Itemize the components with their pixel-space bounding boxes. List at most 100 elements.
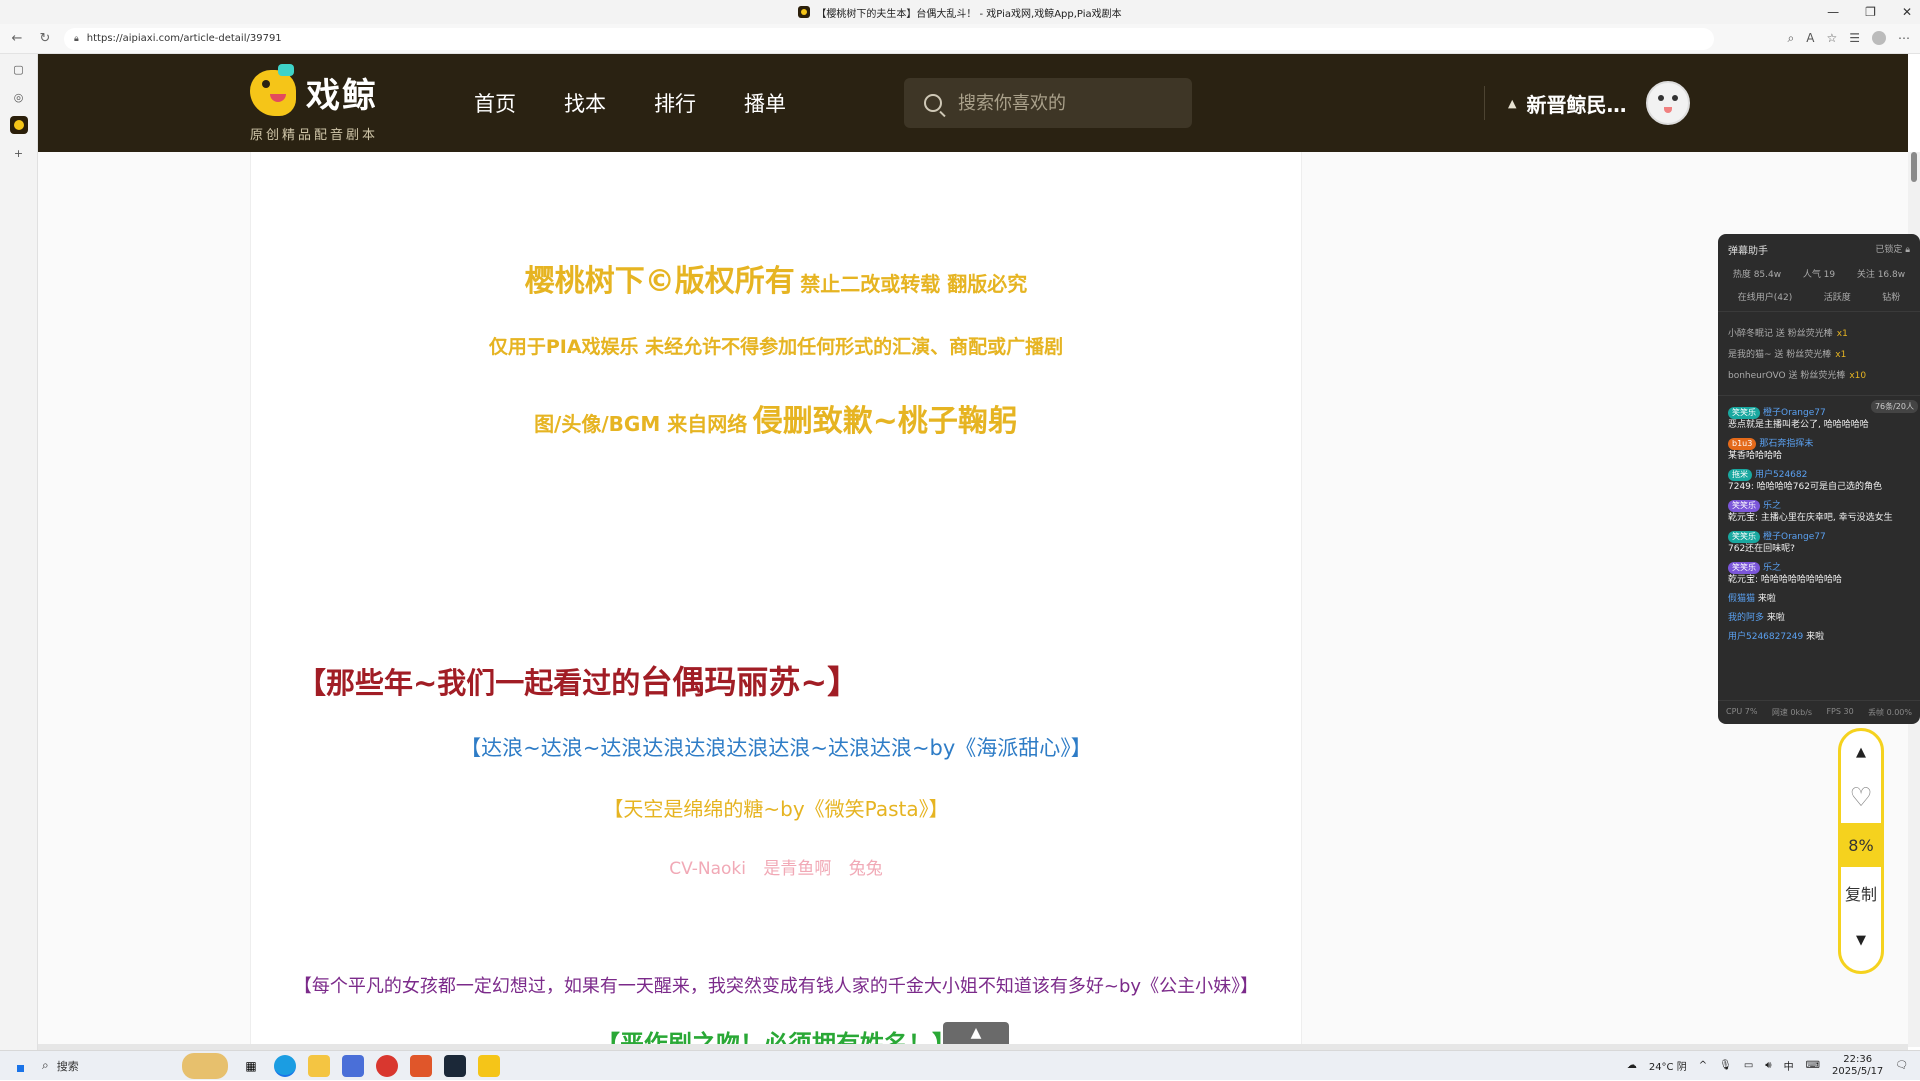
danmaku-stats: 热度 85.4w 人气 19 关注 16.8w <box>1732 270 1906 280</box>
tab-diamond-fans[interactable]: 钻粉 <box>1882 290 1900 303</box>
tab-actions-icon[interactable]: ▢ <box>10 60 28 78</box>
list-item: 拖米 用户524682 7249: 哈哈哈哈762可是自己选的角色 <box>1728 469 1882 492</box>
cv-name: 是青鱼啊 <box>763 859 832 879</box>
read-aloud-icon[interactable]: A <box>1806 31 1814 46</box>
search-icon[interactable] <box>924 94 942 112</box>
file-explorer-icon[interactable] <box>308 1054 330 1077</box>
user-name[interactable]: 新晋鲸民… <box>1526 89 1626 118</box>
store-icon[interactable] <box>342 1054 364 1077</box>
nav-home[interactable]: 首页 <box>474 88 516 118</box>
site-search[interactable] <box>904 78 1192 128</box>
tab-chatgpt[interactable]: ◎ <box>10 88 28 106</box>
minimize-icon[interactable]: — <box>1827 5 1839 19</box>
user-avatar[interactable] <box>1646 81 1691 125</box>
zoom-icon[interactable]: ⌕ <box>1788 31 1795 46</box>
refresh-icon[interactable]: ↻ <box>34 28 56 50</box>
cv-name: CV-Naoki <box>669 859 746 879</box>
purple-lyric-line: 【每个平凡的女孩都一定幻想过，如果有一天醒来，我突然变成有钱人家的千金大小姐不知… <box>293 976 1259 997</box>
copy-button[interactable]: 复制 <box>1845 867 1877 919</box>
list-item: 假猫猫 来啦 <box>1728 594 1776 604</box>
search-input[interactable] <box>956 91 1156 115</box>
gift-list: 小醉冬眠记 送 粉丝荧光棒 x1 是我的猫~ 送 粉丝荧光棒 x1 bonheurO… <box>1718 312 1920 395</box>
window-title: 【樱桃树下的夫生本】台偶大乱斗！ - 戏Pia戏网,戏鲸App,Pia戏剧本 <box>816 8 1122 20</box>
gift-item: bonheurOVO 送 粉丝荧光棒 x10 <box>1728 371 1867 381</box>
floating-toolbar: ▲ ♡ 8% 复制 ▼ <box>1838 728 1884 974</box>
danmaku-subtabs: 在线用户(42) 活跃度 钻粉 <box>1718 286 1920 312</box>
danmaku-title: 弹幕助手 <box>1728 246 1768 257</box>
address-bar-tools: ⌕ A ☆ ☰ ⋯ <box>1788 31 1910 46</box>
usage-notice-line: 仅用于PIA戏娱乐 未经允许不得参加任何形式的汇演、商配或广播剧 <box>488 336 1064 358</box>
weather-text[interactable]: 24°C 阴 <box>1649 1058 1687 1073</box>
scroll-up-button[interactable]: ▲ <box>1856 731 1866 773</box>
url-field[interactable]: 🔒︎ https://aipiaxi.com/article-detail/39… <box>64 27 1714 50</box>
tab-online-users[interactable]: 在线用户(42) <box>1738 290 1792 303</box>
favorites-list-icon[interactable]: ☰ <box>1849 31 1860 46</box>
ime-indicator[interactable]: 中 <box>1784 1058 1794 1073</box>
volume-icon[interactable]: 🔊︎ <box>1765 1060 1771 1071</box>
tab-aipiaxi[interactable] <box>9 116 28 134</box>
network-icon[interactable]: ▭ <box>1744 1060 1753 1071</box>
danmaku-helper-panel[interactable]: 弹幕助手 已锁定 🔒︎ 热度 85.4w 人气 19 关注 16.8w 在线用户… <box>1718 234 1920 724</box>
notification-icon[interactable]: 🗨︎ <box>1895 1060 1908 1071</box>
microphone-icon[interactable]: 🎙︎ <box>1719 1060 1732 1071</box>
site-logo[interactable]: 戏鲸 原创精品配音剧本 <box>250 64 430 144</box>
taskbar-clock[interactable]: 22:36 2025/5/17 <box>1832 1054 1883 1078</box>
search-highlight-image <box>182 1052 228 1079</box>
steam-icon[interactable] <box>444 1054 466 1077</box>
back-arrow-icon[interactable]: ← <box>6 28 28 50</box>
taskbar-search[interactable]: ⌕ 搜索 <box>34 1051 234 1081</box>
windows-taskbar: ⌕ 搜索 ▦ ☁ 24°C 阴 ^ 🎙︎ ▭ 🔊︎ 中 ⌨ 22:36 2025… <box>0 1050 1920 1080</box>
article-body: 樱桃树下©版权所有 禁止二改或转载 翻版必究 仅用于PIA戏娱乐 未经允许不得参… <box>250 152 1302 1058</box>
main-nav: 首页 找本 排行 播单 <box>474 54 786 152</box>
media-app-icon[interactable] <box>410 1054 432 1077</box>
heart-icon: ♡ <box>1849 783 1873 813</box>
more-menu-icon[interactable]: ⋯ <box>1898 31 1910 46</box>
start-button[interactable] <box>0 1051 34 1081</box>
mascot-badge-icon <box>278 64 294 76</box>
task-view-icon[interactable]: ▦ <box>240 1055 262 1077</box>
gift-item: 小醉冬眠记 送 粉丝荧光棒 x1 <box>1728 329 1848 339</box>
nav-ranking[interactable]: 排行 <box>654 88 696 118</box>
weather-icon[interactable]: ☁ <box>1627 1060 1637 1071</box>
gold-lyric-line: 【天空是绵绵的糖~by《微笑Pasta》】 <box>603 797 949 821</box>
favorite-star-icon[interactable]: ☆ <box>1826 31 1837 46</box>
site-info-icon[interactable]: 🔒︎ <box>74 34 79 44</box>
new-tab-plus-icon[interactable]: + <box>10 144 28 162</box>
scroll-thumb[interactable] <box>1911 152 1917 182</box>
scroll-top-tab[interactable]: ▲ <box>943 1022 1009 1044</box>
vertical-tab-strip: ▢ ◎ + <box>0 54 38 1054</box>
profile-icon[interactable] <box>1872 31 1886 45</box>
cv-credits: CV-Naoki 是青鱼啊 兔兔 <box>251 854 1301 879</box>
close-icon[interactable]: ✕ <box>1902 5 1912 19</box>
search-icon: ⌕ <box>42 1058 49 1072</box>
url-text: https://aipiaxi.com/article-detail/39791 <box>86 33 282 44</box>
site-header: 戏鲸 原创精品配音剧本 首页 找本 排行 播单 ▲ 新晋鲸民… <box>38 54 1908 152</box>
nav-find-script[interactable]: 找本 <box>564 88 606 118</box>
scroll-down-button[interactable]: ▼ <box>1856 919 1866 961</box>
address-bar-row: ← ↻ 🔒︎ https://aipiaxi.com/article-detai… <box>0 24 1920 54</box>
list-item: 我的阿多 来啦 <box>1728 613 1785 623</box>
restore-icon[interactable]: ❐ <box>1865 5 1876 19</box>
system-tray: ☁ 24°C 阴 ^ 🎙︎ ▭ 🔊︎ 中 ⌨ 22:36 2025/5/17 🗨… <box>1627 1054 1920 1078</box>
like-button[interactable]: ♡ <box>1849 773 1872 823</box>
danmaku-footer: CPU 7% 网速 0kb/s FPS 30 丢帧 0.00% <box>1718 700 1920 724</box>
xijing-app-icon[interactable] <box>478 1054 500 1077</box>
section-heading: 【那些年~我们一起看过的台偶玛丽苏~】 <box>297 663 860 701</box>
lock-icon[interactable]: 已锁定 🔒︎ <box>1875 242 1910 257</box>
cv-name: 兔兔 <box>848 859 883 879</box>
tab-activity[interactable]: 活跃度 <box>1824 290 1851 303</box>
edge-icon[interactable] <box>274 1054 296 1077</box>
windows-logo-icon <box>10 1059 24 1072</box>
tray-chevron-icon[interactable]: ^ <box>1699 1060 1707 1071</box>
music-app-icon[interactable] <box>376 1054 398 1077</box>
window-controls: — ❐ ✕ <box>1827 0 1912 24</box>
triangle-down-icon: ▼ <box>1856 932 1866 948</box>
site-favicon-icon <box>798 6 811 18</box>
triangle-up-icon: ▲ <box>1856 744 1866 760</box>
keyboard-icon[interactable]: ⌨ <box>1806 1060 1820 1071</box>
list-item: 笑笑乐 乐之 乾元宝: 哈哈哈哈哈哈哈哈哈 <box>1728 562 1842 585</box>
user-menu[interactable]: ▲ 新晋鲸民… <box>1508 54 1691 152</box>
caret-up-icon[interactable]: ▲ <box>1508 97 1516 110</box>
nav-playlist[interactable]: 播单 <box>744 88 786 118</box>
read-progress: 8% <box>1841 823 1881 867</box>
